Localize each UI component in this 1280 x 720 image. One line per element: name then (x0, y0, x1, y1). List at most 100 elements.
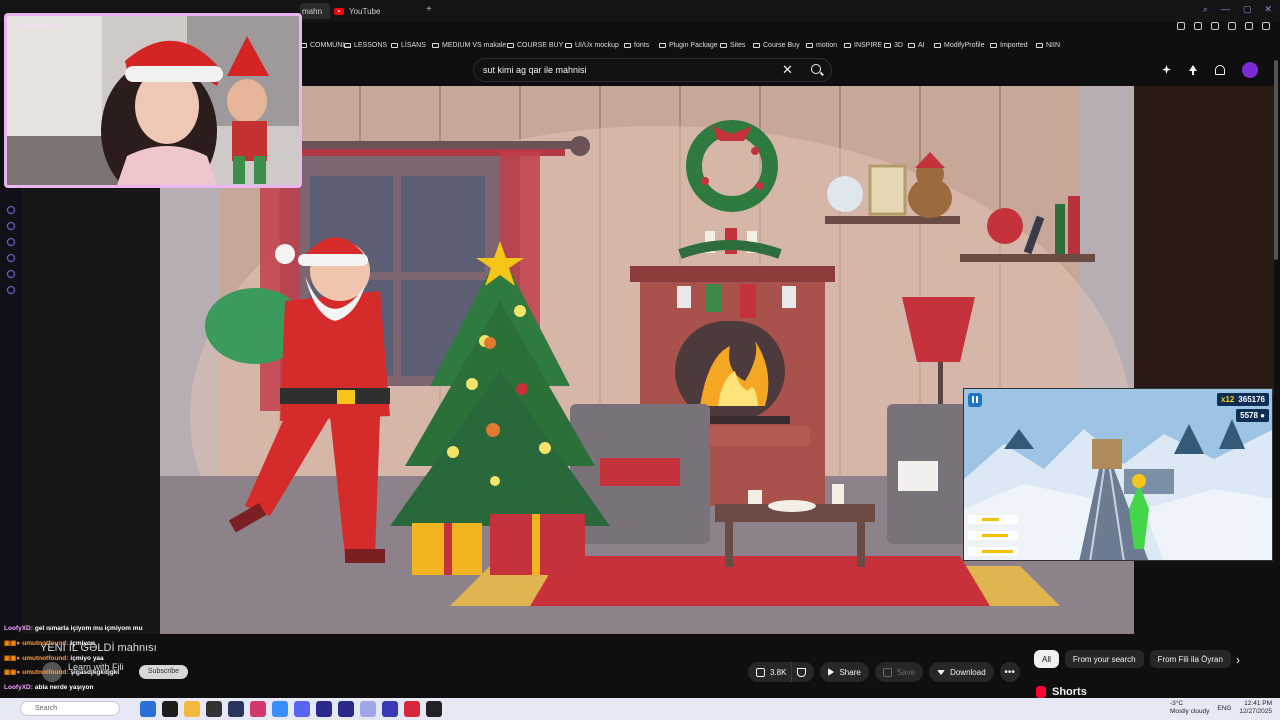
powerup-meter (968, 515, 1018, 524)
bookmark-item[interactable]: COMMUNI... (300, 38, 350, 52)
more-actions-button[interactable]: ••• (999, 662, 1020, 682)
minimize-icon[interactable]: — (1221, 4, 1230, 15)
app-icon[interactable] (382, 701, 398, 717)
bookmark-item[interactable]: Course Buy (753, 38, 800, 52)
filter-chip[interactable]: From your search (1064, 650, 1144, 668)
extension-icon[interactable] (1262, 22, 1270, 30)
bookmark-item[interactable]: LESSONS (344, 38, 387, 52)
new-tab-button[interactable]: + (426, 4, 432, 15)
app-icon[interactable] (360, 701, 376, 717)
bookmark-item[interactable]: Plugin Package (659, 38, 718, 52)
chip-next-arrow[interactable]: › (1236, 653, 1240, 667)
bookmark-item[interactable]: UI/Ux mockup (565, 38, 619, 52)
search-icon[interactable] (807, 61, 827, 79)
bookmark-item[interactable]: motion (806, 38, 837, 52)
like-dislike-group: 3.8K (748, 662, 815, 682)
app-icon[interactable] (250, 701, 266, 717)
language-indicator[interactable]: ENG (1217, 705, 1231, 712)
app-icon[interactable] (228, 701, 244, 717)
coin-counter: 5578 ● (1236, 409, 1269, 422)
related-filter-chips: All From your search From Fili ila Öyran (1034, 650, 1231, 668)
upload-icon[interactable] (1186, 63, 1200, 77)
taskbar-search[interactable]: Search (20, 701, 120, 716)
bookmark-item[interactable]: LİSANS (391, 38, 426, 52)
app-icon[interactable] (140, 701, 156, 717)
player-backdrop-right (1134, 86, 1274, 396)
system-tray: -3°C Mostly cloudy ENG 12:41 PM 12/27/20… (1170, 700, 1272, 716)
like-count[interactable]: 3.8K (770, 668, 786, 677)
search-bar[interactable]: sut kimi ag qar ile mahnisi ✕ (473, 58, 832, 82)
chat-badge-icons: ▣▣● (4, 639, 21, 647)
settings-icon[interactable] (7, 286, 15, 294)
extension-icon[interactable] (1228, 22, 1236, 30)
extension-icon[interactable] (1194, 22, 1202, 30)
folder-icon (659, 42, 666, 48)
heart-icon[interactable] (7, 222, 15, 230)
app-icon[interactable] (338, 701, 354, 717)
search-input[interactable]: sut kimi ag qar ile mahnisi (483, 65, 587, 75)
share-button[interactable]: Share (820, 662, 869, 682)
tab-current[interactable]: mahn (300, 3, 330, 19)
save-button[interactable]: Save (874, 662, 924, 682)
close-icon[interactable]: ✕ (1264, 4, 1272, 15)
weather-widget[interactable]: -3°C Mostly cloudy (1170, 700, 1209, 716)
bookmark-item[interactable]: Imported (990, 38, 1028, 52)
bookmark-item[interactable]: MEDIUM VS makale (432, 38, 506, 52)
pause-button[interactable] (968, 393, 982, 407)
playlist-icon[interactable] (7, 270, 15, 278)
extension-icon[interactable] (1211, 22, 1219, 30)
history-icon[interactable] (7, 238, 15, 246)
webcam-overlay: Webcam.exe (4, 13, 302, 188)
folder-icon (806, 42, 813, 48)
filter-chip[interactable]: From Fili ila Öyran (1149, 650, 1231, 668)
bookmark-item[interactable]: ModifyProfile (934, 38, 984, 52)
shorts-icon (1036, 686, 1046, 698)
powerup-meter (968, 531, 1018, 540)
folder-icon (753, 42, 760, 48)
bookmark-item[interactable]: Sites (720, 38, 746, 52)
folder-icon[interactable] (184, 701, 200, 717)
download-icon[interactable] (7, 254, 15, 262)
bookmark-item[interactable]: AI (908, 38, 925, 52)
folder-icon (624, 42, 631, 48)
app-icon[interactable] (426, 701, 442, 717)
app-icon[interactable] (316, 701, 332, 717)
app-icon[interactable] (272, 701, 288, 717)
game-overlay: x12 365176 5578 ● (963, 388, 1273, 561)
app-icon[interactable] (206, 701, 222, 717)
search-icon[interactable]: ⌕ (1203, 4, 1208, 15)
powerup-meter-fill (982, 518, 999, 521)
create-icon[interactable] (1160, 63, 1174, 77)
extension-icon[interactable] (1177, 22, 1185, 30)
thumbs-down-icon[interactable] (797, 667, 807, 677)
chat-message: LoofyXD: abla nerde yaşıyon (4, 681, 276, 696)
maximize-icon[interactable]: ▢ (1243, 4, 1252, 15)
account-avatar[interactable] (1242, 62, 1258, 78)
notifications-bell-icon[interactable] (1212, 63, 1226, 77)
bookmark-item[interactable]: fonts (624, 38, 649, 52)
chat-text: içmiyo yaa (70, 654, 104, 662)
clear-search-icon[interactable]: ✕ (782, 62, 793, 78)
tab-youtube[interactable]: YouTube (334, 3, 380, 19)
filter-chip[interactable]: All (1034, 650, 1059, 668)
home-icon[interactable] (7, 206, 15, 214)
download-button[interactable]: Download (929, 662, 994, 682)
clock[interactable]: 12:41 PM 12/27/2025 (1239, 700, 1272, 716)
bookmark-item[interactable]: INSPIRE (844, 38, 882, 52)
youtube-icon (334, 7, 344, 15)
chat-username: LoofyXD: (4, 625, 33, 632)
app-icon[interactable] (162, 701, 178, 717)
extension-icon[interactable] (1245, 22, 1253, 30)
discord-icon[interactable] (294, 701, 310, 717)
bookmark-item[interactable]: COURSE BUY (507, 38, 563, 52)
bookmark-item[interactable]: 3D (884, 38, 903, 52)
window-controls: ⌕ — ▢ ✕ (1203, 4, 1272, 15)
bookmark-item[interactable]: NIIN (1036, 38, 1060, 52)
thumbs-up-icon[interactable] (756, 667, 765, 677)
page-scrollbar[interactable] (1274, 60, 1278, 260)
chat-message: ▣▣● umutnotfound: içmiyon (4, 637, 276, 652)
chat-badge-icons: ▣▣● (4, 669, 21, 677)
chat-text: abla nerde yaşıyon (34, 684, 94, 692)
powerup-meter-fill (982, 550, 1013, 553)
app-icon[interactable] (404, 701, 420, 717)
